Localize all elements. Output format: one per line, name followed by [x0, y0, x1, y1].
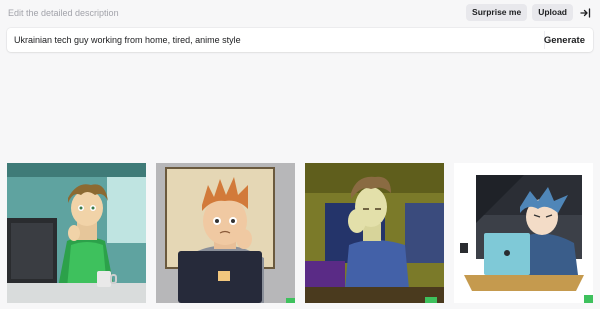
upload-button[interactable]: Upload	[532, 4, 573, 21]
result-image-2[interactable]	[156, 163, 295, 303]
result-image-3[interactable]	[305, 163, 444, 303]
generate-button[interactable]: Generate	[544, 35, 585, 46]
result-image-1[interactable]	[7, 163, 146, 303]
top-bar: Edit the detailed description Surprise m…	[8, 4, 592, 22]
collapse-right-icon[interactable]	[578, 6, 592, 20]
results-grid	[7, 163, 593, 303]
prompt-bar: Generate	[7, 28, 593, 52]
surprise-me-button[interactable]: Surprise me	[466, 4, 528, 21]
result-image-4[interactable]	[454, 163, 593, 303]
edit-hint: Edit the detailed description	[8, 8, 119, 18]
header-actions: Surprise me Upload	[466, 4, 592, 21]
prompt-input[interactable]	[14, 28, 533, 52]
